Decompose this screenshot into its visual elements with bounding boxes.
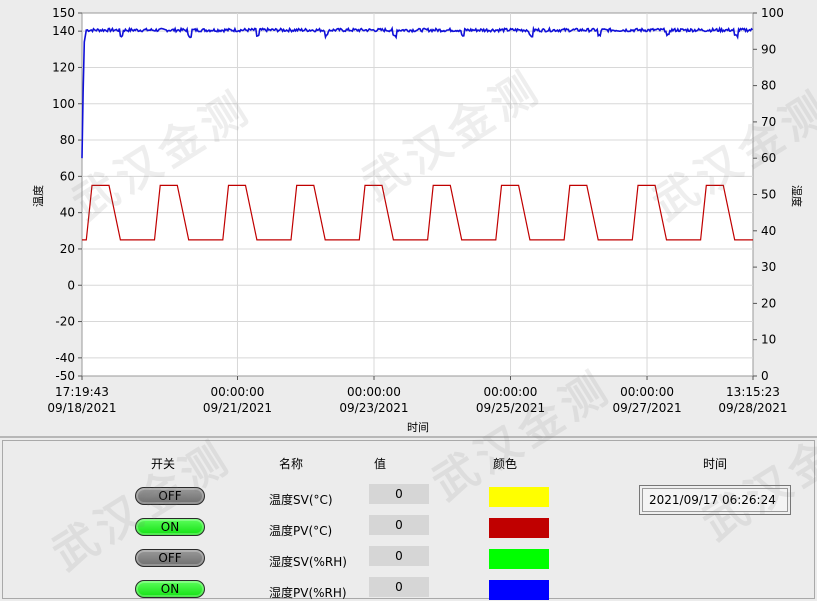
- tick-label-x-date: 09/23/2021: [339, 401, 408, 415]
- tick-label-left: 100: [52, 97, 75, 111]
- header-color: 颜色: [493, 457, 518, 471]
- label-humidity-sv: 湿度SV(%RH): [269, 555, 347, 569]
- label-temp-pv: 温度PV(°C): [269, 524, 333, 538]
- tick-label-left: 80: [60, 133, 75, 147]
- tick-label-x-time: 00:00:00: [347, 385, 401, 399]
- x-axis-title: 时间: [407, 421, 429, 434]
- x-axis: 17:19:43 09/18/2021 00:00:00 09/21/2021 00:0…: [47, 376, 788, 415]
- tick-label-x-time: 00:00:00: [211, 385, 265, 399]
- toggle-temp-pv[interactable]: ON: [135, 518, 205, 536]
- color-swatch-humidity-pv[interactable]: [489, 580, 549, 600]
- tick-label-left: -50: [55, 369, 75, 383]
- color-swatch-humidity-sv[interactable]: [489, 549, 549, 569]
- tick-label-x-date: 09/28/2021: [718, 401, 787, 415]
- toggle-humidity-sv[interactable]: OFF: [135, 549, 205, 567]
- tick-label-right: 50: [761, 188, 776, 202]
- tick-label-x-time: 00:00:00: [620, 385, 674, 399]
- header-value: 值: [374, 457, 387, 471]
- value-humidity-pv[interactable]: 0: [369, 577, 429, 597]
- header-switch: 开关: [151, 457, 176, 471]
- time-value: 2021/09/17 06:26:24: [642, 488, 788, 512]
- y-axis-title-right: 湿度: [790, 185, 804, 207]
- tick-label-left: 60: [60, 169, 75, 183]
- value-temp-pv[interactable]: 0: [369, 515, 429, 535]
- tick-label-left: 140: [52, 24, 75, 38]
- tick-label-right: 40: [761, 224, 776, 238]
- tick-label-x-date: 09/18/2021: [47, 401, 116, 415]
- left-axis: 150 140 120 100 80 60 40 20 0 -20 -40 -50: [52, 6, 82, 383]
- tick-label-x-date: 09/25/2021: [476, 401, 545, 415]
- tick-label-left: 0: [67, 278, 75, 292]
- y-axis-title-left: 温度: [31, 185, 45, 207]
- tick-label-right: 60: [761, 151, 776, 165]
- tick-label-right: 30: [761, 260, 776, 274]
- color-swatch-temp-pv[interactable]: [489, 518, 549, 538]
- tick-label-right: 20: [761, 296, 776, 310]
- header-name: 名称: [279, 457, 304, 471]
- chart-panel: 150 140 120 100 80 60 40 20 0 -20 -40 -50 100 90 80 70…: [0, 0, 817, 436]
- tick-label-left: 120: [52, 60, 75, 74]
- time-display[interactable]: 2021/09/17 06:26:24: [639, 485, 791, 515]
- panel-divider: [0, 436, 817, 438]
- tick-label-x-time: 17:19:43: [55, 385, 109, 399]
- tick-label-right: 0: [761, 369, 769, 383]
- tick-label-right: 70: [761, 115, 776, 129]
- chart-svg: 150140120100806040200-20-40-50 100908070…: [31, 6, 804, 434]
- tick-label-left: -20: [55, 315, 75, 329]
- tick-label-left: 20: [60, 242, 75, 256]
- value-temp-sv[interactable]: 0: [369, 484, 429, 504]
- header-time: 时间: [703, 457, 728, 471]
- tick-label-right: 100: [761, 6, 784, 20]
- label-humidity-pv: 湿度PV(%RH): [269, 586, 347, 600]
- label-temp-sv: 温度SV(°C): [269, 493, 333, 507]
- tick-label-right: 80: [761, 79, 776, 93]
- value-humidity-sv[interactable]: 0: [369, 546, 429, 566]
- tick-label-x-date: 09/21/2021: [203, 401, 272, 415]
- toggle-temp-sv[interactable]: OFF: [135, 487, 205, 505]
- control-panel: 开关 名称 值 颜色 时间 OFF 温度SV(°C) 0 ON 温度PV(°C)…: [2, 440, 815, 600]
- tick-label-x-time: 13:15:23: [726, 385, 780, 399]
- tick-label-left: -40: [55, 351, 75, 365]
- right-axis: 1009080706050403020100: [753, 6, 784, 383]
- toggle-humidity-pv[interactable]: ON: [135, 580, 205, 598]
- tick-label-left: 150: [52, 6, 75, 20]
- tick-label-right: 10: [761, 333, 776, 347]
- tick-label-x-date: 09/27/2021: [612, 401, 681, 415]
- color-swatch-temp-sv[interactable]: [489, 487, 549, 507]
- tick-label-right: 90: [761, 42, 776, 56]
- tick-label-x-time: 00:00:00: [484, 385, 538, 399]
- tick-label-left: 40: [60, 206, 75, 220]
